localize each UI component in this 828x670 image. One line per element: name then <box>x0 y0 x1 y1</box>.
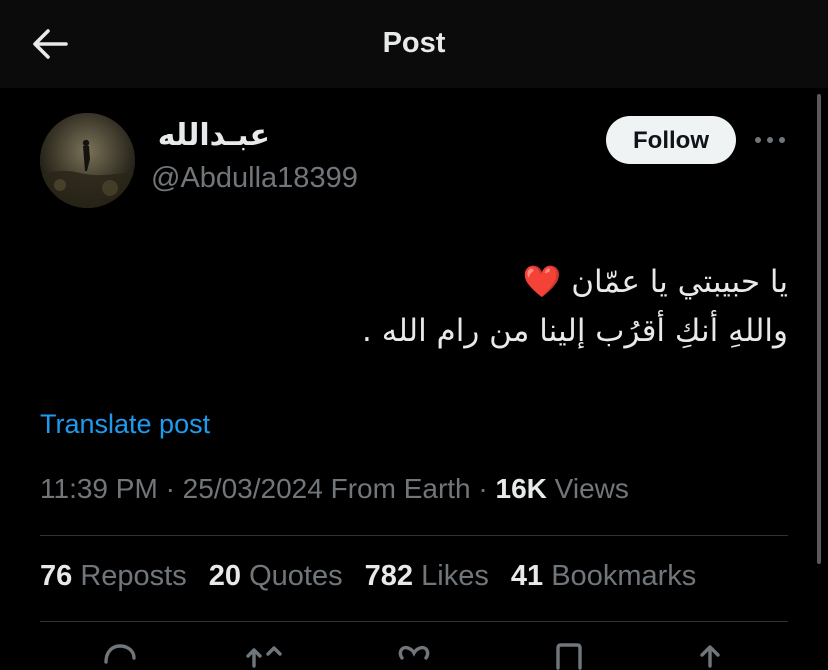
likes-stat[interactable]: 782 Likes <box>365 560 489 592</box>
more-horizontal-icon[interactable] <box>752 126 788 154</box>
quotes-count: 20 <box>208 560 242 592</box>
reposts-stat[interactable]: 76 Reposts <box>40 560 187 592</box>
reposts-label: Reposts <box>80 560 187 592</box>
quotes-label: Quotes <box>249 560 343 592</box>
bookmark-icon[interactable] <box>549 640 589 670</box>
top-bar: Post <box>0 0 828 88</box>
engagement-stats: 76 Reposts 20 Quotes 782 Likes 41 Bookma… <box>40 560 710 593</box>
bookmarks-stat[interactable]: 41 Bookmarks <box>511 560 696 592</box>
author-display-name[interactable]: عبـدالله <box>150 118 270 158</box>
likes-label: Likes <box>421 560 489 592</box>
repost-icon[interactable] <box>244 640 284 670</box>
meta-separator: · <box>478 473 488 504</box>
quotes-stat[interactable]: 20 Quotes <box>209 560 343 592</box>
share-icon[interactable] <box>690 640 730 670</box>
divider <box>40 621 788 622</box>
translate-post-link[interactable]: Translate post <box>40 409 210 440</box>
reposts-count: 76 <box>40 560 73 592</box>
post-line: يا حبيبتي يا عمّان ❤️ <box>522 264 788 300</box>
post-line: واللهِ أنكِ أقرُب إلينا من رام الله . <box>362 313 788 349</box>
post-location: From Earth <box>330 473 471 504</box>
bookmarks-count: 41 <box>510 560 544 592</box>
page-title: Post <box>382 27 446 59</box>
scrollbar[interactable] <box>817 94 821 564</box>
likes-count: 782 <box>364 560 414 592</box>
avatar-image <box>40 113 135 208</box>
divider <box>40 535 788 536</box>
post-text: يا حبيبتي يا عمّان ❤️ واللهِ أنكِ أقرُب … <box>300 258 788 356</box>
views-label: Views <box>554 473 629 504</box>
author-handle[interactable]: @Abdulla18399 <box>151 162 358 195</box>
follow-button[interactable]: Follow <box>606 116 736 164</box>
reply-icon[interactable] <box>100 640 140 670</box>
meta-separator: · <box>165 473 175 504</box>
bookmarks-label: Bookmarks <box>551 560 697 592</box>
post-time[interactable]: 11:39 PM <box>40 473 158 504</box>
avatar[interactable] <box>40 113 135 208</box>
like-icon[interactable] <box>394 640 434 670</box>
views-count[interactable]: 16K <box>496 473 547 504</box>
post-metadata: 11:39 PM · 25/03/2024 From Earth · 16K V… <box>40 473 629 505</box>
post-date[interactable]: 25/03/2024 <box>183 473 323 504</box>
